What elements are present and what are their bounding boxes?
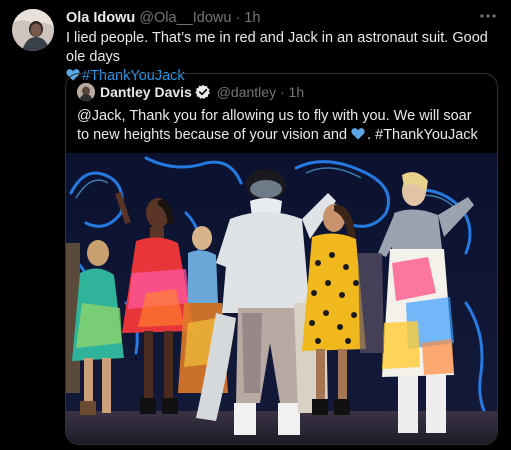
tweet[interactable]: Ola Idowu @Ola__Idowu · 1h I lied people… — [0, 0, 511, 450]
quoted-header-separator: · — [279, 84, 285, 100]
tweet-timestamp[interactable]: 1h — [244, 10, 260, 26]
tweet-header: Ola Idowu @Ola__Idowu · 1h — [66, 10, 260, 26]
author-name[interactable]: Ola Idowu — [66, 10, 135, 26]
quoted-tweet[interactable]: Dantley Davis @dantley · 1h @Jack, Thank… — [65, 73, 498, 445]
author-avatar[interactable] — [12, 9, 54, 51]
quoted-author-handle[interactable]: @dantley — [217, 84, 276, 100]
quoted-author-avatar[interactable] — [77, 83, 95, 101]
author-handle[interactable]: @Ola__Idowu — [139, 10, 231, 26]
verified-badge-icon — [195, 84, 210, 99]
blue-heart-icon — [351, 128, 365, 140]
quoted-tweet-text: @Jack, Thank you for allowing us to fly … — [77, 107, 487, 145]
quoted-author-avatar-image — [77, 83, 95, 101]
header-separator: · — [235, 10, 241, 26]
quoted-tweet-photo[interactable] — [66, 153, 497, 444]
quoted-tweet-timestamp[interactable]: 1h — [289, 84, 305, 100]
quoted-author-name[interactable]: Dantley Davis — [100, 84, 192, 100]
tweet-text-line: I lied people. That’s me in red and Jack… — [66, 30, 488, 65]
stage-dance-photo — [66, 153, 497, 444]
quoted-text-tail: . #ThankYouJack — [367, 127, 478, 143]
quoted-tweet-header: Dantley Davis @dantley · 1h — [100, 84, 304, 100]
author-avatar-image — [12, 9, 54, 51]
more-horizontal-icon[interactable] — [479, 10, 497, 22]
